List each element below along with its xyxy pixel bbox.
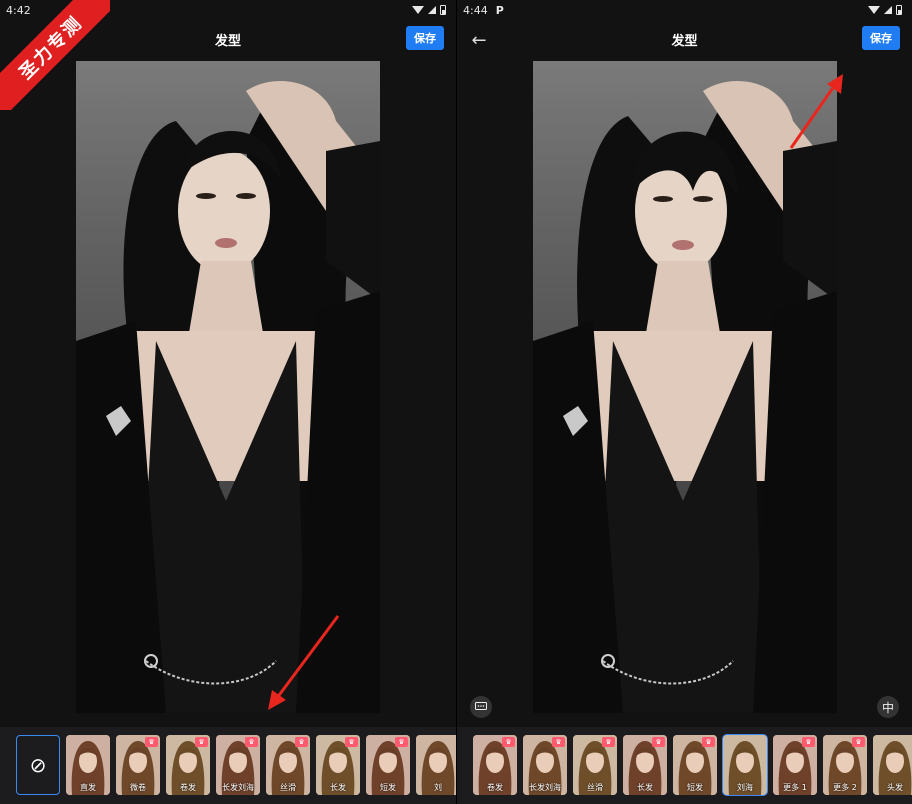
screen-before: 4:42 发型 保存 ⊘ 直发 ♛ 微卷 ♛ 卷发 ♛ 长发刘海 ♛ 丝滑 ♛ … [0, 0, 456, 804]
hairstyle-tile[interactable]: 刘海 [722, 734, 768, 796]
hairstyle-tile[interactable]: ♛ 卷发 [473, 735, 517, 795]
save-button[interactable]: 保存 [406, 26, 444, 50]
hairstyle-tile-label: 短发 [380, 783, 396, 792]
status-bar: 4:44 P [457, 0, 912, 20]
annotation-arrow [268, 615, 340, 710]
vip-badge-icon: ♛ [245, 737, 258, 747]
vip-badge-icon: ♛ [802, 737, 815, 747]
battery-icon [896, 5, 902, 15]
language-toggle-button[interactable]: 中 [877, 696, 899, 718]
vip-badge-icon: ♛ [602, 737, 615, 747]
hairstyle-tile-label: 头发 [887, 783, 903, 792]
hairstyle-tile[interactable]: ♛ 长发 [316, 735, 360, 795]
feedback-button[interactable] [470, 696, 492, 718]
hairstyle-tile-label: 卷发 [180, 783, 196, 792]
hairstyle-tile[interactable]: ♛ 长发刘海 [523, 735, 567, 795]
hairstyle-tile[interactable]: ♛ 短发 [673, 735, 717, 795]
save-button[interactable]: 保存 [862, 26, 900, 50]
vip-badge-icon: ♛ [295, 737, 308, 747]
vip-badge-icon: ♛ [145, 737, 158, 747]
wifi-icon [412, 6, 424, 14]
hairstyle-tile-label: 长发 [330, 783, 346, 792]
hairstyle-tile[interactable]: ♛ 长发刘海 [216, 735, 260, 795]
vip-badge-icon: ♛ [552, 737, 565, 747]
hairstyle-tile-label: 短发 [687, 783, 703, 792]
vip-badge-icon: ♛ [852, 737, 865, 747]
hairstyle-strip: ♛ 卷发 ♛ 长发刘海 ♛ 丝滑 ♛ 长发 ♛ 短发 刘海 ♛ 更多 1 ♛ 更多 2 头发 [457, 727, 912, 804]
hairstyle-tile-label: 长发 [637, 783, 653, 792]
message-icon [475, 702, 487, 710]
signal-icon [884, 6, 892, 14]
hairstyle-tile-label: 卷发 [487, 783, 503, 792]
vip-badge-icon: ♛ [395, 737, 408, 747]
status-icons [868, 5, 902, 15]
vip-badge-icon: ♛ [345, 737, 358, 747]
annotation-arrow [789, 74, 843, 149]
vip-badge-icon: ♛ [502, 737, 515, 747]
ban-icon: ⊘ [29, 753, 47, 777]
hairstyle-strip: ⊘ 直发 ♛ 微卷 ♛ 卷发 ♛ 长发刘海 ♛ 丝滑 ♛ 长发 ♛ 短发 刘 [0, 727, 456, 804]
battery-icon [440, 5, 446, 15]
hairstyle-tile-label: 长发刘海 [222, 783, 254, 792]
hairstyle-tile[interactable]: ♛ 卷发 [166, 735, 210, 795]
hairstyle-tile-label: 直发 [80, 783, 96, 792]
hairstyle-tile[interactable]: ♛ 更多 1 [773, 735, 817, 795]
hairstyle-tile-label: 微卷 [130, 783, 146, 792]
hairstyle-tile[interactable]: ♛ 更多 2 [823, 735, 867, 795]
hairstyle-tile[interactable]: ♛ 短发 [366, 735, 410, 795]
vip-badge-icon: ♛ [652, 737, 665, 747]
status-bar: 4:42 [0, 0, 456, 20]
hairstyle-tile[interactable]: ♛ 长发 [623, 735, 667, 795]
portrait-illustration [533, 81, 837, 713]
status-icons [412, 5, 446, 15]
hairstyle-tile[interactable]: 头发 [873, 735, 912, 795]
hairstyle-tile-label: 刘 [434, 783, 442, 792]
hairstyle-tile[interactable]: ♛ 微卷 [116, 735, 160, 795]
hairstyle-tile-label: 丝滑 [280, 783, 296, 792]
signal-icon [428, 6, 436, 14]
hairstyle-tile[interactable]: ♛ 丝滑 [266, 735, 310, 795]
top-bar: 发型 保存 [0, 24, 456, 56]
vip-badge-icon: ♛ [702, 737, 715, 747]
page-title: 发型 [671, 34, 698, 49]
language-label: 中 [881, 700, 894, 715]
hairstyle-tile-label: 更多 2 [833, 783, 857, 792]
no-style-button[interactable]: ⊘ [16, 735, 60, 795]
page-title: 发型 [214, 34, 241, 49]
status-parking-indicator: P [495, 3, 504, 17]
portrait-photo [533, 61, 837, 713]
back-arrow-icon[interactable]: ← [467, 28, 491, 52]
status-time: 4:42 [6, 3, 31, 17]
screen-after: 4:44 P ← 发型 保存 中 ♛ 卷发 ♛ 长发刘海 ♛ 丝滑 ♛ 长发 ♛… [456, 0, 912, 804]
hairstyle-tile[interactable]: ♛ 丝滑 [573, 735, 617, 795]
hairstyle-tile-label: 长发刘海 [529, 783, 561, 792]
status-time: 4:44 [463, 3, 488, 17]
wifi-icon [868, 6, 880, 14]
hairstyle-tile-label: 更多 1 [783, 783, 807, 792]
top-bar: ← 发型 保存 [457, 24, 912, 56]
hairstyle-tile-label: 刘海 [737, 783, 753, 792]
hairstyle-tile[interactable]: 刘 [416, 735, 456, 795]
hairstyle-tile-label: 丝滑 [587, 783, 603, 792]
vip-badge-icon: ♛ [195, 737, 208, 747]
hairstyle-tile[interactable]: 直发 [66, 735, 110, 795]
